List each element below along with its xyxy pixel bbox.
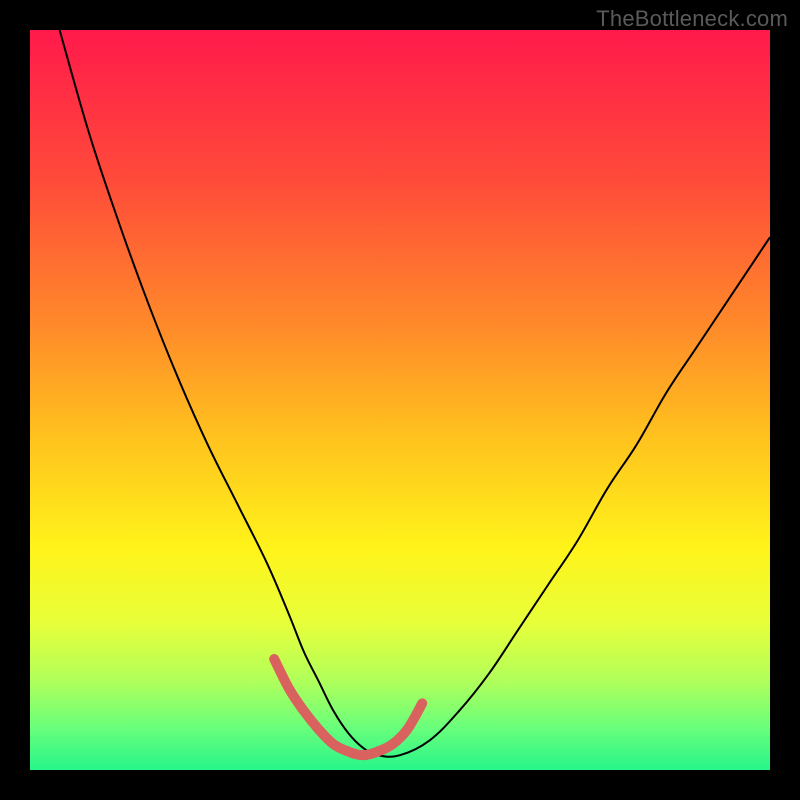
chart-container: TheBottleneck.com (0, 0, 800, 800)
watermark-text: TheBottleneck.com (596, 6, 788, 32)
chart-background (30, 30, 770, 770)
chart-svg (30, 30, 770, 770)
plot-area (30, 30, 770, 770)
